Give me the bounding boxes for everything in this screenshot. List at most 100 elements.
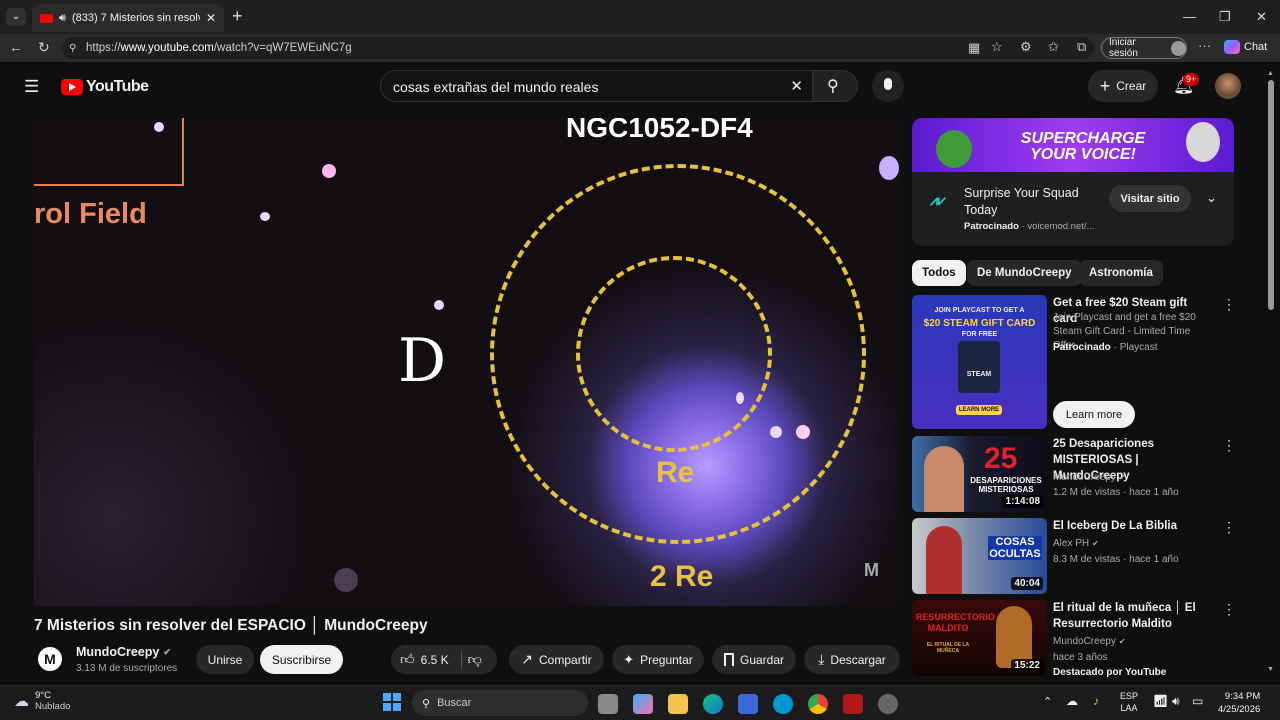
share-button[interactable]: ↗ Compartir: [509, 645, 604, 674]
dislike-icon[interactable]: 👎︎: [468, 651, 482, 668]
star: [434, 300, 444, 310]
reader-icon[interactable]: ▦: [968, 40, 980, 56]
minimize-button[interactable]: —: [1183, 9, 1196, 24]
battery-icon[interactable]: ▭: [1192, 694, 1203, 708]
page-scrollbar[interactable]: ▲ ▼: [1266, 66, 1276, 680]
scroll-up-icon[interactable]: ▲: [1267, 70, 1274, 77]
extension-icon[interactable]: ⚙: [1020, 39, 1032, 55]
notifications-button[interactable]: 🔔︎ 9+: [1173, 73, 1200, 96]
search-value: cosas extrañas del mundo reales: [393, 79, 599, 95]
video-thumbnail[interactable]: RESURRECTORIO MALDITO EL RITUAL DE LA MU…: [912, 600, 1047, 676]
clear-search-icon[interactable]: ✕: [790, 77, 803, 95]
rec-channel[interactable]: Alex PH ✔: [1053, 536, 1099, 551]
wifi-icon[interactable]: 📶︎: [1153, 694, 1168, 708]
subscribe-button[interactable]: Suscribirse: [260, 645, 343, 674]
ask-button[interactable]: ✦ Preguntar: [612, 645, 704, 674]
video-player[interactable]: rol Field NGC1052-DF4 D Re 2 Re M: [34, 118, 900, 606]
more-actions-icon[interactable]: ⋮: [1222, 437, 1236, 454]
tab-list-button[interactable]: ⌄: [6, 8, 26, 26]
rec-title[interactable]: El ritual de la muñeca │ El Resurrectori…: [1053, 600, 1213, 632]
channel-name[interactable]: MundoCreepy ✔: [76, 645, 171, 659]
security-app-icon[interactable]: [843, 694, 863, 714]
rec-advertiser: Playcast: [1119, 342, 1158, 353]
back-icon[interactable]: ←: [9, 39, 23, 55]
network-tray-icon[interactable]: ☁: [1066, 694, 1078, 708]
ad-banner[interactable]: SUPERCHARGE YOUR VOICE!: [912, 118, 1234, 172]
refresh-icon[interactable]: ↻: [38, 39, 50, 56]
volume-icon[interactable]: 🔊︎: [1172, 694, 1180, 709]
join-button[interactable]: Unirse: [196, 645, 254, 674]
scroll-down-icon[interactable]: ▼: [1267, 666, 1274, 673]
show-hidden-icons[interactable]: ⌃: [1043, 695, 1052, 708]
overlay-re-label: Re: [656, 456, 695, 489]
video-thumbnail[interactable]: COSAS OCULTAS 40:04: [912, 518, 1047, 594]
close-window-button[interactable]: ✕: [1256, 9, 1267, 25]
clock[interactable]: 9:34 PM 4/25/2026: [1218, 690, 1260, 716]
task-view-icon[interactable]: [598, 694, 618, 714]
cloud-icon: ☁: [14, 693, 29, 710]
scroll-thumb[interactable]: [1268, 80, 1274, 310]
like-count[interactable]: 6.5 K: [421, 653, 449, 667]
star: [736, 392, 744, 404]
save-label: Guardar: [739, 652, 785, 667]
tray-app-icon[interactable]: ♪: [1093, 694, 1099, 708]
thumb-text: $20 STEAM GIFT CARD: [923, 318, 1036, 329]
favorite-star-icon[interactable]: ☆: [991, 39, 1003, 55]
new-tab-button[interactable]: +: [232, 6, 243, 27]
rec-channel[interactable]: MundoCreepy ✔: [1053, 634, 1126, 649]
language-indicator[interactable]: ESP LAA: [1120, 690, 1138, 714]
more-actions-icon[interactable]: ⋮: [1222, 296, 1236, 313]
browser-tab[interactable]: 🔊︎ (833) 7 Misterios sin resolver d ✕: [32, 4, 224, 32]
search-button[interactable]: ⚲: [812, 70, 858, 102]
close-tab-icon[interactable]: ✕: [206, 11, 216, 25]
visit-site-button[interactable]: Visitar sitio: [1109, 185, 1191, 212]
learn-more-button[interactable]: Learn more: [1053, 401, 1135, 428]
download-button[interactable]: ⤓ Descargar: [804, 645, 900, 674]
maximize-button[interactable]: ❐: [1219, 9, 1231, 25]
thumb-text: FOR FREE: [961, 331, 998, 338]
start-button[interactable]: [383, 693, 401, 711]
settings-app-icon[interactable]: [878, 694, 898, 714]
ad-sponsor-line: Patrocinado · voicemod.net/...: [964, 221, 1095, 232]
collections-icon[interactable]: ⧉: [1077, 39, 1086, 55]
ad-title: Surprise Your Squad Today: [964, 186, 1079, 217]
chip-astronomia[interactable]: Astronomía: [1079, 260, 1163, 286]
rec-channel[interactable]: MundoCreepy ✔: [1053, 470, 1126, 485]
signin-button[interactable]: Iniciar sesión: [1101, 37, 1187, 59]
edge-browser-icon[interactable]: [703, 694, 723, 714]
weather-widget[interactable]: ☁ 9°C Nublado: [14, 690, 70, 712]
ad-card[interactable]: ⩘⩗ Surprise Your Squad Today Patrocinado…: [912, 172, 1234, 246]
voice-search-button[interactable]: [872, 70, 904, 102]
copilot-app-icon[interactable]: [633, 694, 653, 714]
channel-avatar[interactable]: M: [38, 647, 62, 671]
save-button[interactable]: Guardar: [712, 645, 796, 674]
search-input[interactable]: cosas extrañas del mundo reales ✕: [380, 70, 818, 102]
rec-stats: 1.2 M de vistas · hace 1 año: [1053, 487, 1179, 498]
favorites-icon[interactable]: ✩: [1048, 39, 1059, 55]
taskbar-search[interactable]: ⚲ Buscar: [412, 690, 588, 716]
rec-title[interactable]: El Iceberg De La Biblia: [1053, 518, 1213, 534]
channel-watermark-icon[interactable]: M: [864, 560, 879, 581]
site-info-icon[interactable]: ⚲: [69, 43, 76, 54]
speaker-icon[interactable]: 🔊︎: [59, 12, 66, 25]
chip-de-mundocreepy[interactable]: De MundoCreepy: [967, 260, 1082, 286]
address-bar[interactable]: ⚲ https://www.youtube.com/watch?v=qW7EWE…: [62, 37, 1094, 59]
rec-age: hace 1 año: [1129, 554, 1179, 565]
create-button[interactable]: + Crear: [1088, 70, 1158, 102]
chip-todos[interactable]: Todos: [912, 260, 966, 286]
file-explorer-icon[interactable]: [668, 694, 688, 714]
like-icon[interactable]: 👍︎: [400, 651, 415, 668]
more-actions-icon[interactable]: ⋮: [1222, 519, 1236, 536]
hp-icon[interactable]: [773, 694, 793, 714]
video-thumbnail[interactable]: 25 DESAPARICIONES MISTERIOSAS 1:14:08: [912, 436, 1047, 512]
playcast-ad-thumbnail[interactable]: JOIN PLAYCAST TO GET A $20 STEAM GIFT CA…: [912, 295, 1047, 429]
user-avatar[interactable]: [1215, 73, 1241, 99]
store-icon[interactable]: [738, 694, 758, 714]
more-menu-icon[interactable]: ···: [1198, 38, 1211, 53]
more-actions-icon[interactable]: ⋮: [1222, 601, 1236, 618]
chevron-down-icon[interactable]: ⌄: [1206, 190, 1217, 206]
chrome-icon[interactable]: [808, 694, 828, 714]
youtube-logo[interactable]: YouTube: [61, 78, 149, 96]
guide-menu-icon[interactable]: ☰: [24, 77, 39, 97]
copilot-chat-button[interactable]: Chat: [1224, 40, 1267, 54]
